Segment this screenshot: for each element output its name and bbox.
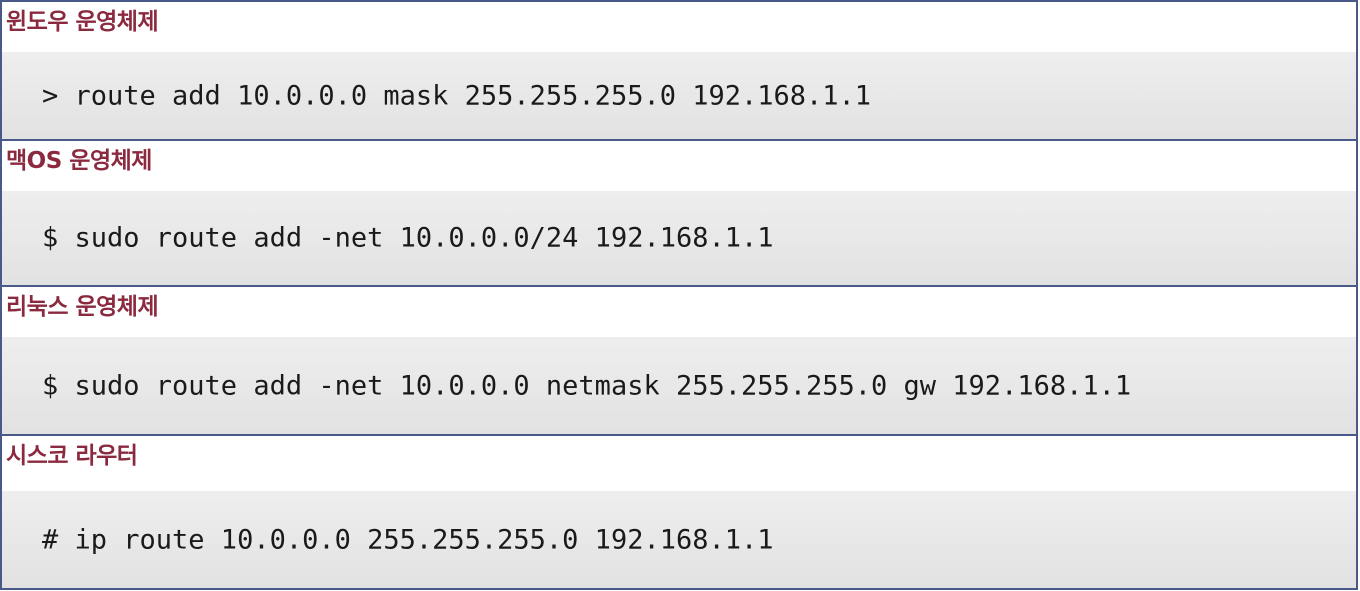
linux-code-box: $ sudo route add -net 10.0.0.0 netmask 2… bbox=[2, 337, 1356, 434]
macos-section: 맥OS 운영체제 $ sudo route add -net 10.0.0.0/… bbox=[0, 139, 1358, 287]
macos-code-box: $ sudo route add -net 10.0.0.0/24 192.16… bbox=[2, 191, 1356, 285]
cisco-command: # ip route 10.0.0.0 255.255.255.0 192.16… bbox=[42, 524, 774, 555]
windows-heading: 윈도우 운영체제 bbox=[6, 9, 159, 35]
linux-section: 리눅스 운영체제 $ sudo route add -net 10.0.0.0 … bbox=[0, 285, 1358, 436]
cisco-section: 시스코 라우터 # ip route 10.0.0.0 255.255.255.… bbox=[0, 434, 1358, 590]
macos-command: $ sudo route add -net 10.0.0.0/24 192.16… bbox=[42, 222, 774, 254]
cisco-heading: 시스코 라우터 bbox=[6, 443, 138, 469]
route-command-table: 윈도우 운영체제 > route add 10.0.0.0 mask 255.2… bbox=[0, 0, 1360, 591]
linux-heading: 리눅스 운영체제 bbox=[6, 294, 159, 320]
cisco-code-box: # ip route 10.0.0.0 255.255.255.0 192.16… bbox=[2, 491, 1356, 588]
windows-section: 윈도우 운영체제 > route add 10.0.0.0 mask 255.2… bbox=[0, 0, 1358, 141]
linux-command: $ sudo route add -net 10.0.0.0 netmask 2… bbox=[42, 370, 1132, 401]
windows-command: > route add 10.0.0.0 mask 255.255.255.0 … bbox=[42, 80, 872, 111]
windows-code-box: > route add 10.0.0.0 mask 255.255.255.0 … bbox=[2, 52, 1356, 139]
macos-heading: 맥OS 운영체제 bbox=[6, 148, 152, 174]
